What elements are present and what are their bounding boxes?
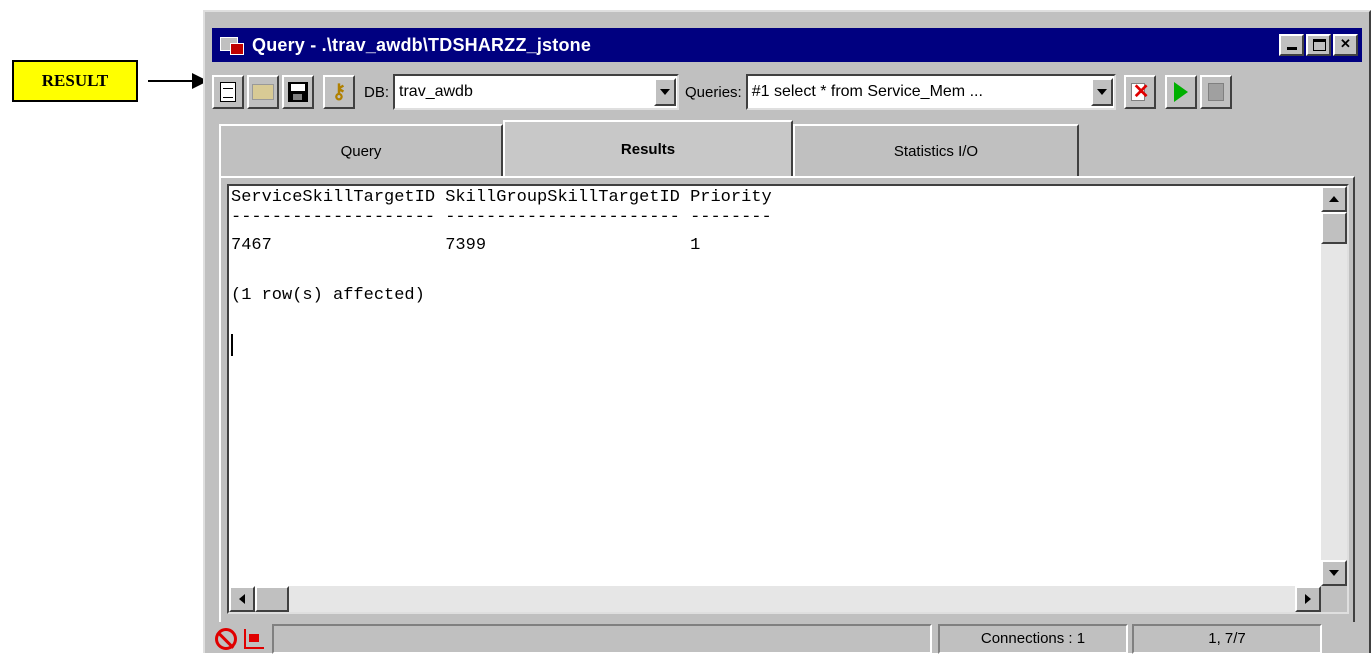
- tab-results-label: Results: [620, 140, 676, 158]
- connections-count: Connections : 1: [980, 630, 1086, 647]
- tab-query[interactable]: Query: [219, 124, 503, 176]
- results-panel: ServiceSkillTargetID SkillGroupSkillTarg…: [219, 176, 1355, 622]
- play-icon: [1173, 82, 1188, 102]
- arrow-down-icon: [1329, 570, 1339, 576]
- title-bar[interactable]: Query - .\trav_awdb\TDSHARZZ_jstone ✕: [212, 28, 1362, 62]
- horizontal-scrollbar[interactable]: [229, 586, 1321, 612]
- results-separator-row: -------------------- -------------------…: [231, 208, 772, 227]
- minimize-icon: [1287, 47, 1297, 50]
- execution-plan-indicator[interactable]: [240, 625, 268, 653]
- results-text-area[interactable]: ServiceSkillTargetID SkillGroupSkillTarg…: [227, 184, 1349, 614]
- scroll-up-button[interactable]: [1321, 186, 1347, 212]
- rows-affected-text: (1 row(s) affected): [231, 286, 425, 305]
- tab-query-label: Query: [340, 142, 382, 160]
- results-data-row: 7467 7399 1: [231, 236, 701, 255]
- query-window: Query - .\trav_awdb\TDSHARZZ_jstone ✕ ⚷ …: [203, 10, 1371, 655]
- callout-label: RESULT: [41, 71, 109, 90]
- stop-button[interactable]: [1199, 75, 1232, 109]
- results-header-row: ServiceSkillTargetID SkillGroupSkillTarg…: [231, 188, 772, 207]
- callout-arrow-line: [148, 80, 194, 82]
- horizontal-scroll-thumb[interactable]: [255, 586, 289, 612]
- maximize-button[interactable]: [1306, 34, 1331, 56]
- open-folder-icon: [252, 84, 274, 100]
- scroll-right-button[interactable]: [1295, 586, 1321, 612]
- db-select-value: trav_awdb: [399, 83, 473, 100]
- tab-bar: Query Results Statistics I/O: [219, 120, 1355, 176]
- chevron-down-icon: [1096, 89, 1107, 95]
- execute-button[interactable]: [1164, 75, 1197, 109]
- cancel-query-icon: ✕: [1130, 81, 1150, 103]
- queries-dropdown-button[interactable]: [1090, 78, 1113, 106]
- db-select[interactable]: trav_awdb: [393, 74, 680, 110]
- result-callout: RESULT: [12, 60, 138, 102]
- query-window-icon: [220, 33, 248, 57]
- queries-label: Queries:: [685, 83, 742, 101]
- arrow-right-icon: [1305, 594, 1311, 604]
- save-icon: [288, 82, 308, 102]
- scrollbar-corner: [1321, 586, 1347, 612]
- status-message-panel: [272, 623, 932, 654]
- tab-results[interactable]: Results: [503, 120, 793, 176]
- key-icon: ⚷: [331, 81, 347, 103]
- queries-select-value: #1 select * from Service_Mem ...: [751, 83, 983, 100]
- close-button[interactable]: ✕: [1333, 34, 1358, 56]
- maximize-icon: [1313, 39, 1326, 51]
- stop-icon: [1207, 83, 1224, 101]
- arrow-up-icon: [1329, 196, 1339, 202]
- vertical-scroll-thumb[interactable]: [1321, 212, 1347, 244]
- db-label: DB:: [364, 83, 390, 101]
- open-button[interactable]: [247, 75, 279, 109]
- vertical-scrollbar[interactable]: [1321, 186, 1347, 586]
- tab-statistics-io[interactable]: Statistics I/O: [793, 124, 1079, 176]
- no-entry-icon: [215, 627, 237, 650]
- text-caret: [231, 334, 233, 356]
- db-dropdown-button[interactable]: [654, 78, 677, 106]
- tab-statistics-io-label: Statistics I/O: [893, 142, 979, 160]
- minimize-button[interactable]: [1279, 34, 1304, 56]
- scroll-left-button[interactable]: [229, 586, 255, 612]
- cursor-position: 1, 7/7: [1208, 630, 1246, 647]
- arrow-left-icon: [239, 594, 245, 604]
- window-title: Query - .\trav_awdb\TDSHARZZ_jstone: [252, 34, 592, 55]
- cancel-query-button[interactable]: ✕: [1123, 75, 1156, 109]
- save-button[interactable]: [282, 75, 314, 109]
- queries-select[interactable]: #1 select * from Service_Mem ...: [745, 74, 1116, 110]
- close-icon: ✕: [1340, 36, 1351, 51]
- scroll-down-button[interactable]: [1321, 560, 1347, 586]
- chevron-down-icon: [660, 89, 671, 95]
- toolbar: ⚷ DB: trav_awdb Queries: #1 select * fro…: [212, 66, 1362, 118]
- status-bar: Connections : 1 1, 7/7: [212, 622, 1362, 655]
- bar-chart-icon: [244, 628, 264, 649]
- cursor-position-panel: 1, 7/7: [1132, 623, 1322, 654]
- error-status-indicator[interactable]: [212, 625, 240, 653]
- options-button[interactable]: ⚷: [323, 75, 355, 109]
- new-query-icon: [220, 82, 236, 102]
- new-query-button[interactable]: [212, 75, 244, 109]
- connections-panel: Connections : 1: [938, 623, 1128, 654]
